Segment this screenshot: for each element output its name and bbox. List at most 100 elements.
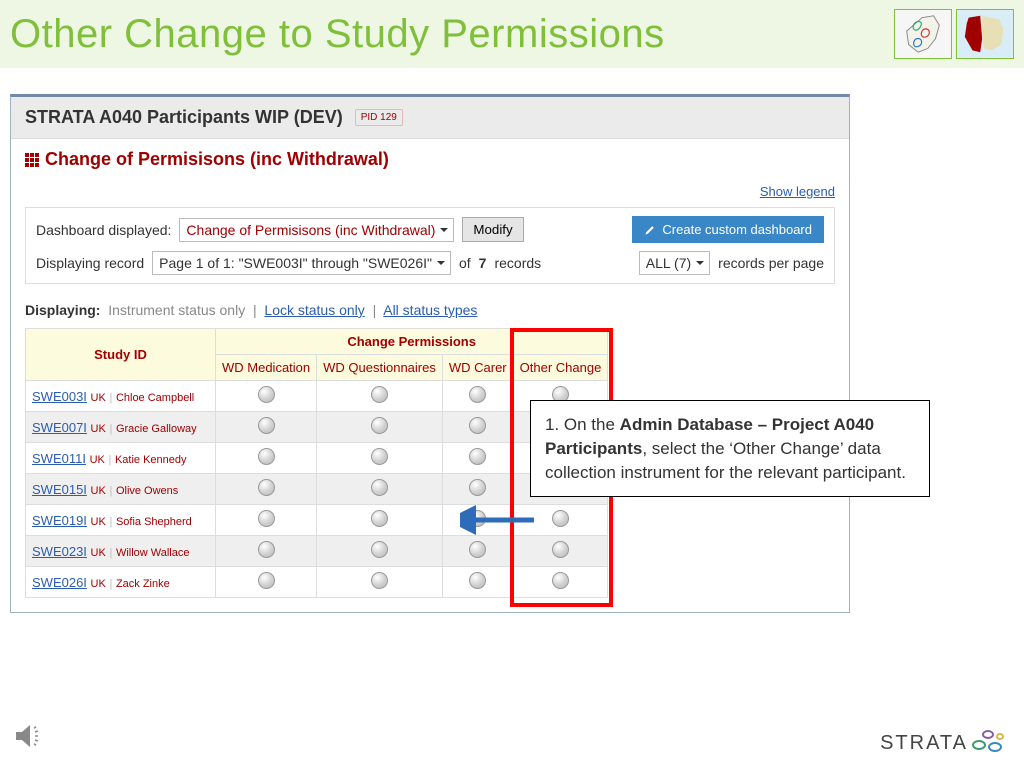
study-id-link[interactable]: SWE003I bbox=[32, 389, 87, 404]
status-cell[interactable] bbox=[216, 505, 317, 536]
status-cell[interactable] bbox=[216, 381, 317, 412]
status-cell[interactable] bbox=[317, 505, 443, 536]
col-wd-carer: WD Carer bbox=[442, 355, 513, 381]
status-dot-icon bbox=[552, 510, 569, 527]
grid-icon bbox=[25, 153, 39, 167]
app-header: STRATA A040 Participants WIP (DEV) PID 1… bbox=[11, 97, 849, 139]
status-dot-icon bbox=[469, 479, 486, 496]
project-title: STRATA A040 Participants WIP (DEV) bbox=[25, 107, 343, 128]
page-title: Other Change to Study Permissions bbox=[10, 12, 665, 57]
col-study-id: Study ID bbox=[26, 329, 216, 381]
speaker-icon bbox=[12, 718, 48, 754]
status-cell[interactable] bbox=[442, 536, 513, 567]
status-cell[interactable] bbox=[317, 474, 443, 505]
col-wd-medication: WD Medication bbox=[216, 355, 317, 381]
status-cell[interactable] bbox=[513, 567, 608, 598]
pencil-icon bbox=[644, 224, 656, 236]
status-dot-icon bbox=[371, 572, 388, 589]
status-cell[interactable] bbox=[216, 474, 317, 505]
study-id-link[interactable]: SWE026I bbox=[32, 575, 87, 590]
cell-study-id: SWE003I UK | Chloe Campbell bbox=[26, 381, 216, 412]
status-cell[interactable] bbox=[216, 443, 317, 474]
status-dot-icon bbox=[258, 572, 275, 589]
dashboard-controls: Dashboard displayed: Change of Permisiso… bbox=[25, 207, 835, 284]
status-cell[interactable] bbox=[317, 536, 443, 567]
study-id-link[interactable]: SWE007I bbox=[32, 420, 87, 435]
section-header: Change of Permisisons (inc Withdrawal) bbox=[11, 139, 849, 180]
status-dot-icon bbox=[469, 541, 486, 558]
status-dot-icon bbox=[469, 572, 486, 589]
status-cell[interactable] bbox=[216, 567, 317, 598]
status-dot-icon bbox=[469, 386, 486, 403]
status-dot-icon bbox=[552, 541, 569, 558]
status-dot-icon bbox=[552, 572, 569, 589]
study-id-link[interactable]: SWE011I bbox=[32, 451, 86, 466]
status-dot-icon bbox=[371, 417, 388, 434]
cell-study-id: SWE019I UK | Sofia Shepherd bbox=[26, 505, 216, 536]
status-dot-icon bbox=[469, 448, 486, 465]
cell-study-id: SWE015I UK | Olive Owens bbox=[26, 474, 216, 505]
map-thumbnails bbox=[894, 9, 1014, 59]
status-cell[interactable] bbox=[317, 443, 443, 474]
cell-study-id: SWE023I UK | Willow Wallace bbox=[26, 536, 216, 567]
modify-button[interactable]: Modify bbox=[462, 217, 523, 242]
create-custom-dashboard-button[interactable]: Create custom dashboard bbox=[632, 216, 824, 243]
status-cell[interactable] bbox=[317, 567, 443, 598]
status-dot-icon bbox=[258, 417, 275, 434]
app-frame: STRATA A040 Participants WIP (DEV) PID 1… bbox=[10, 94, 850, 613]
table-row: SWE007I UK | Gracie Galloway bbox=[26, 412, 608, 443]
records-table: Study ID Change Permissions WD Medicatio… bbox=[25, 328, 608, 598]
study-id-link[interactable]: SWE023I bbox=[32, 544, 87, 559]
status-cell[interactable] bbox=[216, 536, 317, 567]
status-dot-icon bbox=[258, 541, 275, 558]
dashboard-displayed-label: Dashboard displayed: bbox=[36, 222, 171, 238]
show-legend-link[interactable]: Show legend bbox=[760, 184, 835, 199]
status-dot-icon bbox=[258, 510, 275, 527]
col-wd-questionnaires: WD Questionnaires bbox=[317, 355, 443, 381]
strata-logo: STRATA bbox=[880, 730, 1008, 756]
status-dot-icon bbox=[371, 386, 388, 403]
displaying-filter: Displaying: Instrument status only | Loc… bbox=[11, 294, 849, 328]
status-cell[interactable] bbox=[442, 567, 513, 598]
status-dot-icon bbox=[371, 479, 388, 496]
study-id-link[interactable]: SWE015I bbox=[32, 482, 87, 497]
status-dot-icon bbox=[258, 448, 275, 465]
rpp-select[interactable]: ALL (7) bbox=[639, 251, 710, 275]
cell-study-id: SWE011I UK | Katie Kennedy bbox=[26, 443, 216, 474]
status-cell[interactable] bbox=[513, 536, 608, 567]
status-cell[interactable] bbox=[442, 412, 513, 443]
status-cell[interactable] bbox=[216, 412, 317, 443]
status-dot-icon bbox=[258, 386, 275, 403]
status-cell[interactable] bbox=[442, 381, 513, 412]
instruction-callout: 1. On the Admin Database – Project A040 … bbox=[530, 400, 930, 497]
pid-badge: PID 129 bbox=[355, 109, 403, 126]
status-dot-icon bbox=[371, 541, 388, 558]
cell-study-id: SWE007I UK | Gracie Galloway bbox=[26, 412, 216, 443]
dashboard-select[interactable]: Change of Permisisons (inc Withdrawal) bbox=[179, 218, 454, 242]
map-regions-icon bbox=[894, 9, 952, 59]
col-group-change-permissions: Change Permissions bbox=[216, 329, 608, 355]
status-dot-icon bbox=[469, 417, 486, 434]
filter-instrument[interactable]: Instrument status only bbox=[108, 302, 245, 318]
status-cell[interactable] bbox=[317, 412, 443, 443]
status-dot-icon bbox=[371, 448, 388, 465]
table-row: SWE003I UK | Chloe Campbell bbox=[26, 381, 608, 412]
status-dot-icon bbox=[371, 510, 388, 527]
cell-study-id: SWE026I UK | Zack Zinke bbox=[26, 567, 216, 598]
logo-rings-icon bbox=[972, 730, 1008, 756]
table-row: SWE026I UK | Zack Zinke bbox=[26, 567, 608, 598]
status-cell[interactable] bbox=[442, 443, 513, 474]
status-dot-icon bbox=[258, 479, 275, 496]
map-australia-icon bbox=[956, 9, 1014, 59]
status-cell[interactable] bbox=[317, 381, 443, 412]
legend-row: Show legend bbox=[11, 180, 849, 207]
table-row: SWE023I UK | Willow Wallace bbox=[26, 536, 608, 567]
filter-lock[interactable]: Lock status only bbox=[264, 302, 364, 318]
table-row: SWE011I UK | Katie Kennedy bbox=[26, 443, 608, 474]
arrow-icon bbox=[460, 500, 540, 540]
filter-all[interactable]: All status types bbox=[383, 302, 477, 318]
section-title: Change of Permisisons (inc Withdrawal) bbox=[25, 149, 835, 170]
col-other-change: Other Change bbox=[513, 355, 608, 381]
study-id-link[interactable]: SWE019I bbox=[32, 513, 87, 528]
page-select[interactable]: Page 1 of 1: "SWE003I" through "SWE026I" bbox=[152, 251, 451, 275]
